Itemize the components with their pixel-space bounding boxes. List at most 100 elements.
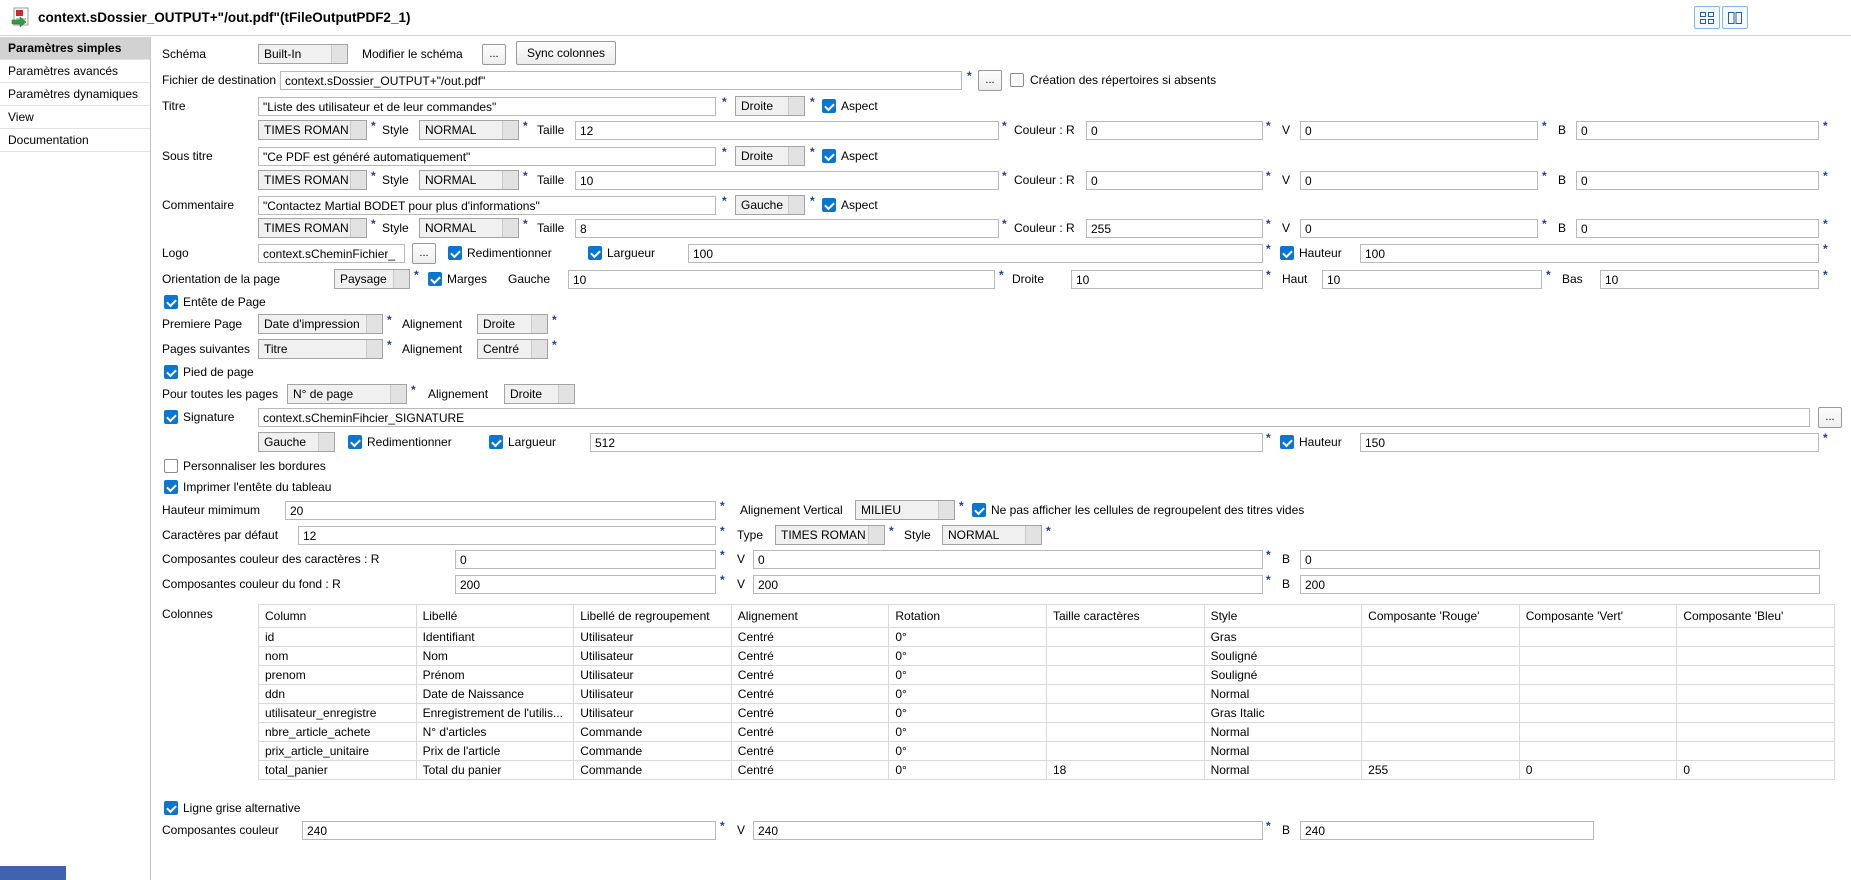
sidebar-item-parametres-simples[interactable]: Paramètres simples — [0, 37, 150, 60]
table-cell[interactable] — [1046, 647, 1204, 666]
logo-width-input[interactable] — [688, 244, 1263, 263]
table-cell[interactable] — [1677, 723, 1835, 742]
signature-resize-checkbox[interactable] — [348, 435, 362, 449]
table-cell[interactable] — [1362, 685, 1520, 704]
table-cell[interactable] — [1362, 723, 1520, 742]
table-cell[interactable] — [1362, 628, 1520, 647]
entete-page-label[interactable]: Entête de Page — [183, 292, 266, 312]
defaut-style-dropdown[interactable]: NORMAL — [942, 525, 1042, 545]
create-dirs-label[interactable]: Création des répertoires si absents — [1030, 70, 1216, 90]
table-cell[interactable] — [1677, 742, 1835, 761]
titre-color-b-input[interactable] — [1576, 121, 1819, 140]
logo-path-input[interactable] — [258, 244, 405, 263]
table-cell[interactable]: nbre_article_achete — [259, 723, 417, 742]
marge-haut-input[interactable] — [1322, 270, 1542, 289]
table-row[interactable]: total_panierTotal du panierCommandeCentr… — [259, 761, 1835, 780]
table-cell[interactable] — [1677, 628, 1835, 647]
sous-titre-color-b-input[interactable] — [1576, 171, 1819, 190]
ligne-grise-label[interactable]: Ligne grise alternative — [183, 798, 300, 818]
ligne-grise-checkbox[interactable] — [164, 801, 178, 815]
table-cell[interactable] — [1519, 647, 1677, 666]
marges-checkbox[interactable] — [428, 272, 442, 286]
table-row[interactable]: ddnDate de NaissanceUtilisateurCentré0°N… — [259, 685, 1835, 704]
table-cell[interactable]: Souligné — [1204, 666, 1362, 685]
signature-width-input[interactable] — [590, 433, 1263, 452]
imprimer-entete-label[interactable]: Imprimer l'entête du tableau — [183, 477, 331, 497]
table-cell[interactable] — [1519, 723, 1677, 742]
couleur-caracteres-b-input[interactable] — [1300, 550, 1820, 569]
table-cell[interactable] — [1519, 704, 1677, 723]
create-dirs-checkbox[interactable] — [1010, 73, 1024, 87]
sidebar-item-parametres-avances[interactable]: Paramètres avancés — [0, 60, 150, 83]
table-cell[interactable] — [1677, 647, 1835, 666]
pied-de-page-label[interactable]: Pied de page — [183, 362, 254, 382]
table-cell[interactable]: 0° — [889, 685, 1047, 704]
table-cell[interactable] — [1519, 685, 1677, 704]
couleur-fond-b-input[interactable] — [1300, 575, 1820, 594]
masquer-cellules-checkbox[interactable] — [972, 503, 986, 517]
commentaire-style-dropdown[interactable]: NORMAL — [419, 218, 519, 238]
caracteres-defaut-input[interactable] — [298, 526, 716, 545]
signature-resize-label[interactable]: Redimentionner — [367, 432, 452, 452]
pages-suivantes-dropdown[interactable]: Titre — [258, 339, 383, 359]
table-cell[interactable]: Centré — [731, 666, 889, 685]
table-cell[interactable] — [1046, 628, 1204, 647]
table-cell[interactable]: 255 — [1362, 761, 1520, 780]
table-cell[interactable]: Enregistrement de l'utilis... — [416, 704, 574, 723]
table-cell[interactable]: Commande — [574, 723, 732, 742]
table-cell[interactable] — [1362, 704, 1520, 723]
table-row[interactable]: nbre_article_acheteN° d'articlesCommande… — [259, 723, 1835, 742]
table-cell[interactable]: 0° — [889, 704, 1047, 723]
table-cell[interactable]: Normal — [1204, 685, 1362, 704]
signature-height-input[interactable] — [1360, 433, 1819, 452]
table-row[interactable]: prenomPrénomUtilisateurCentré0°Souligné — [259, 666, 1835, 685]
couleur-caracteres-r-input[interactable] — [455, 550, 716, 569]
type-dropdown[interactable]: TIMES ROMAN — [775, 525, 885, 545]
table-cell[interactable]: total_panier — [259, 761, 417, 780]
commentaire-color-r-input[interactable] — [1086, 219, 1263, 238]
couleur-caracteres-v-input[interactable] — [753, 550, 1263, 569]
sous-titre-aspect-checkbox[interactable] — [822, 149, 836, 163]
signature-label[interactable]: Signature — [183, 407, 234, 427]
marge-droite-input[interactable] — [1071, 270, 1263, 289]
logo-height-checkbox[interactable] — [1280, 246, 1294, 260]
titre-style-dropdown[interactable]: NORMAL — [419, 120, 519, 140]
table-cell[interactable] — [1046, 685, 1204, 704]
titre-aspect-label[interactable]: Aspect — [841, 96, 878, 116]
destination-input[interactable] — [280, 71, 962, 90]
table-cell[interactable]: nom — [259, 647, 417, 666]
composantes-couleur-b-input[interactable] — [1300, 821, 1594, 840]
marge-gauche-input[interactable] — [568, 270, 995, 289]
sous-titre-size-input[interactable] — [575, 171, 999, 190]
table-cell[interactable]: 0° — [889, 761, 1047, 780]
table-cell[interactable]: Normal — [1204, 761, 1362, 780]
table-cell[interactable]: Centré — [731, 742, 889, 761]
orientation-dropdown[interactable]: Paysage — [334, 269, 410, 289]
commentaire-align-dropdown[interactable]: Gauche — [735, 195, 805, 215]
titre-size-input[interactable] — [575, 121, 999, 140]
table-cell[interactable]: 0 — [1677, 761, 1835, 780]
imprimer-entete-checkbox[interactable] — [164, 480, 178, 494]
sous-titre-input[interactable] — [258, 147, 716, 166]
table-cell[interactable]: Prix de l'article — [416, 742, 574, 761]
commentaire-size-input[interactable] — [575, 219, 999, 238]
table-cell[interactable]: Identifiant — [416, 628, 574, 647]
personnaliser-bordures-label[interactable]: Personnaliser les bordures — [183, 456, 326, 476]
logo-browse-button[interactable]: ... — [412, 243, 436, 264]
edit-schema-ellipsis-button[interactable]: ... — [482, 44, 506, 65]
table-cell[interactable] — [1362, 647, 1520, 666]
table-cell[interactable]: Utilisateur — [574, 685, 732, 704]
signature-width-label[interactable]: Largueur — [508, 432, 556, 452]
sous-titre-font-dropdown[interactable]: TIMES ROMAN — [258, 170, 367, 190]
table-cell[interactable]: prenom — [259, 666, 417, 685]
table-cell[interactable] — [1519, 666, 1677, 685]
premiere-page-dropdown[interactable]: Date d'impression — [258, 314, 383, 334]
table-cell[interactable] — [1046, 723, 1204, 742]
table-cell[interactable] — [1046, 704, 1204, 723]
table-cell[interactable]: Centré — [731, 628, 889, 647]
table-cell[interactable] — [1677, 704, 1835, 723]
sous-titre-color-v-input[interactable] — [1300, 171, 1538, 190]
table-cell[interactable]: Gras Italic — [1204, 704, 1362, 723]
commentaire-aspect-label[interactable]: Aspect — [841, 195, 878, 215]
table-cell[interactable]: ddn — [259, 685, 417, 704]
